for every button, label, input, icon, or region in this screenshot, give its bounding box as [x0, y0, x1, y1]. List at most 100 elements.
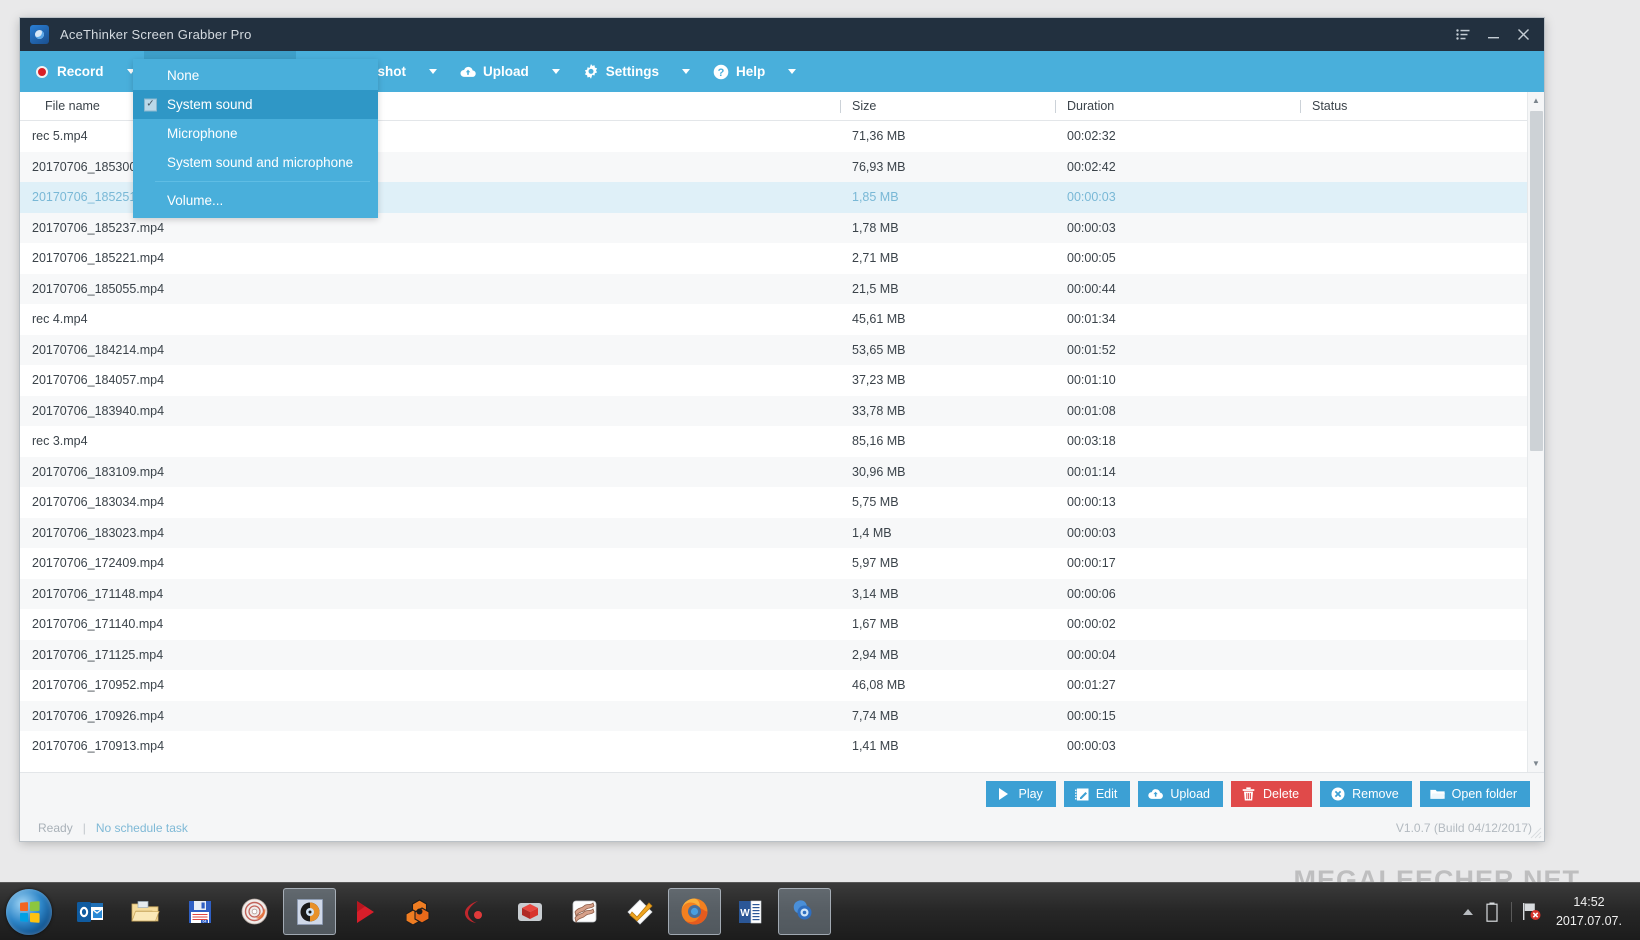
scrollbar-thumb[interactable]: [1529, 111, 1543, 451]
schedule-task-link[interactable]: No schedule task: [96, 821, 188, 835]
table-row[interactable]: 20170706_183109.mp4 30,96 MB 00:01:14: [20, 456, 1527, 487]
table-row[interactable]: 20170706_185221.mp4 2,71 MB 00:00:05: [20, 243, 1527, 274]
cell-file-name: 20170706_171148.mp4: [32, 586, 164, 601]
remove-button[interactable]: Remove: [1320, 781, 1412, 807]
toolbar-item-settings[interactable]: Settings: [569, 51, 699, 92]
play-button[interactable]: Play: [986, 781, 1056, 807]
taskbar-app-word[interactable]: W: [723, 888, 776, 935]
taskbar-clock[interactable]: 14:52 2017.07.07.: [1552, 893, 1632, 929]
table-row[interactable]: 20170706_184214.mp4 53,65 MB 00:01:52: [20, 334, 1527, 365]
cloud-upload-icon: [460, 64, 476, 80]
audio-input-dropdown-menu: None ✓ System sound Microphone System so…: [133, 59, 378, 218]
status-ready-text: Ready: [38, 821, 73, 835]
resize-grip-icon[interactable]: [1530, 827, 1542, 839]
toolbar-item-upload[interactable]: Upload: [446, 51, 569, 92]
windows-flag-icon: [20, 900, 40, 923]
table-row[interactable]: 20170706_170913.mp4 1,41 MB 00:00:03: [20, 731, 1527, 762]
cell-duration: 00:00:03: [1067, 739, 1116, 754]
cell-file-name: 20170706_170913.mp4: [32, 739, 165, 754]
folder-icon: [1430, 787, 1445, 802]
column-header-size[interactable]: Size: [840, 99, 1055, 113]
scrollbar-track[interactable]: [1528, 109, 1545, 755]
table-row[interactable]: rec 3.mp4 85,16 MB 00:03:18: [20, 426, 1527, 457]
cell-file-name: 20170706_172409.mp4: [32, 556, 165, 571]
taskbar-app-red-swoosh[interactable]: [448, 888, 501, 935]
taskbar-app-media-player[interactable]: [283, 888, 336, 935]
taskbar-app-nero[interactable]: [228, 888, 281, 935]
table-row[interactable]: 20170706_171125.mp4 2,94 MB 00:00:04: [20, 639, 1527, 670]
taskbar-app-red-play[interactable]: [338, 888, 391, 935]
cell-file-name: 20170706_183034.mp4: [32, 495, 165, 510]
table-row[interactable]: 20170706_183940.mp4 33,78 MB 00:01:08: [20, 395, 1527, 426]
menu-item-volume[interactable]: Volume...: [133, 186, 378, 215]
table-row[interactable]: 20170706_183034.mp4 5,75 MB 00:00:13: [20, 487, 1527, 518]
cell-duration: 00:01:52: [1067, 342, 1116, 357]
cell-file-name: 20170706_185221.mp4: [32, 251, 165, 266]
taskbar-app-save[interactable]: 64: [173, 888, 226, 935]
column-header-status[interactable]: Status: [1300, 99, 1527, 113]
toolbar-item-record[interactable]: Record: [20, 51, 144, 92]
taskbar-app-check-diamond[interactable]: [613, 888, 666, 935]
battery-icon[interactable]: [1482, 901, 1502, 923]
vertical-scrollbar[interactable]: ▲ ▼: [1527, 92, 1544, 772]
taskbar-app-outlook[interactable]: [63, 888, 116, 935]
taskbar-app-firefox[interactable]: [668, 888, 721, 935]
menu-item-microphone[interactable]: Microphone: [133, 119, 378, 148]
outlook-icon: [73, 895, 106, 928]
windows-start-orb-icon[interactable]: [6, 888, 52, 935]
scroll-up-arrow-icon[interactable]: ▲: [1528, 92, 1545, 109]
cell-duration: 00:00:03: [1067, 190, 1116, 205]
cell-size: 7,74 MB: [852, 708, 899, 723]
upload-button[interactable]: Upload: [1138, 781, 1223, 807]
chevron-down-icon[interactable]: [429, 69, 438, 74]
table-row[interactable]: 20170706_183023.mp4 1,4 MB 00:00:03: [20, 517, 1527, 548]
menu-item-label: System sound: [167, 97, 253, 112]
taskbar-app-red-cube[interactable]: [503, 888, 556, 935]
acethinker-icon: [788, 895, 821, 928]
table-row[interactable]: 20170706_171148.mp4 3,14 MB 00:00:06: [20, 578, 1527, 609]
chevron-down-icon[interactable]: [682, 69, 691, 74]
tray-chevron-up-icon[interactable]: [1462, 908, 1473, 915]
cell-file-name: 20170706_185055.mp4: [32, 281, 165, 296]
status-bar: Ready | No schedule task V1.0.7 (Build 0…: [20, 815, 1544, 841]
cell-duration: 00:01:10: [1067, 373, 1116, 388]
menu-item-system-sound-and-microphone[interactable]: System sound and microphone: [133, 148, 378, 177]
window-menu-button[interactable]: [1448, 21, 1478, 49]
taskbar-app-ribbon-tool[interactable]: [558, 888, 611, 935]
svg-text:?: ?: [718, 67, 725, 79]
delete-button[interactable]: Delete: [1230, 781, 1313, 807]
chevron-down-icon[interactable]: [788, 69, 797, 74]
record-dot-icon: [34, 64, 50, 80]
cell-size: 1,78 MB: [852, 220, 899, 235]
menu-item-label: System sound and microphone: [167, 155, 354, 170]
minimize-button[interactable]: [1478, 21, 1508, 49]
close-button[interactable]: [1508, 21, 1538, 49]
taskbar-app-acethinker[interactable]: [778, 888, 831, 935]
taskbar-app-orange-fan[interactable]: [393, 888, 446, 935]
table-row[interactable]: rec 4.mp4 45,61 MB 00:01:34: [20, 304, 1527, 335]
table-row[interactable]: 20170706_170926.mp4 7,74 MB 00:00:15: [20, 700, 1527, 731]
table-row[interactable]: 20170706_171140.mp4 1,67 MB 00:00:02: [20, 609, 1527, 640]
table-row[interactable]: 20170706_172409.mp4 5,97 MB 00:00:17: [20, 548, 1527, 579]
network-error-icon[interactable]: [1521, 901, 1543, 923]
open-folder-button[interactable]: Open folder: [1419, 781, 1530, 807]
edit-button[interactable]: Edit: [1063, 781, 1131, 807]
table-row[interactable]: 20170706_170952.mp4 46,08 MB 00:01:27: [20, 670, 1527, 701]
scroll-down-arrow-icon[interactable]: ▼: [1528, 755, 1545, 772]
open-folder-button-label: Open folder: [1451, 787, 1517, 801]
table-row[interactable]: 20170706_185055.mp4 21,5 MB 00:00:44: [20, 273, 1527, 304]
cell-file-name: rec 3.mp4: [32, 434, 88, 449]
menu-item-label: Microphone: [167, 126, 238, 141]
cell-size: 5,97 MB: [852, 556, 899, 571]
menu-item-none[interactable]: None: [133, 61, 378, 90]
cell-size: 76,93 MB: [852, 159, 906, 174]
table-row[interactable]: 20170706_184057.mp4 37,23 MB 00:01:10: [20, 365, 1527, 396]
column-header-duration[interactable]: Duration: [1055, 99, 1300, 113]
chevron-down-icon[interactable]: [551, 69, 560, 74]
taskbar-app-explorer[interactable]: [118, 888, 171, 935]
cell-file-name: 20170706_183940.mp4: [32, 403, 165, 418]
menu-item-system-sound[interactable]: ✓ System sound: [133, 90, 378, 119]
upload-button-label: Upload: [1170, 787, 1210, 801]
cell-duration: 00:00:15: [1067, 708, 1116, 723]
toolbar-item-help[interactable]: ? Help: [699, 51, 805, 92]
